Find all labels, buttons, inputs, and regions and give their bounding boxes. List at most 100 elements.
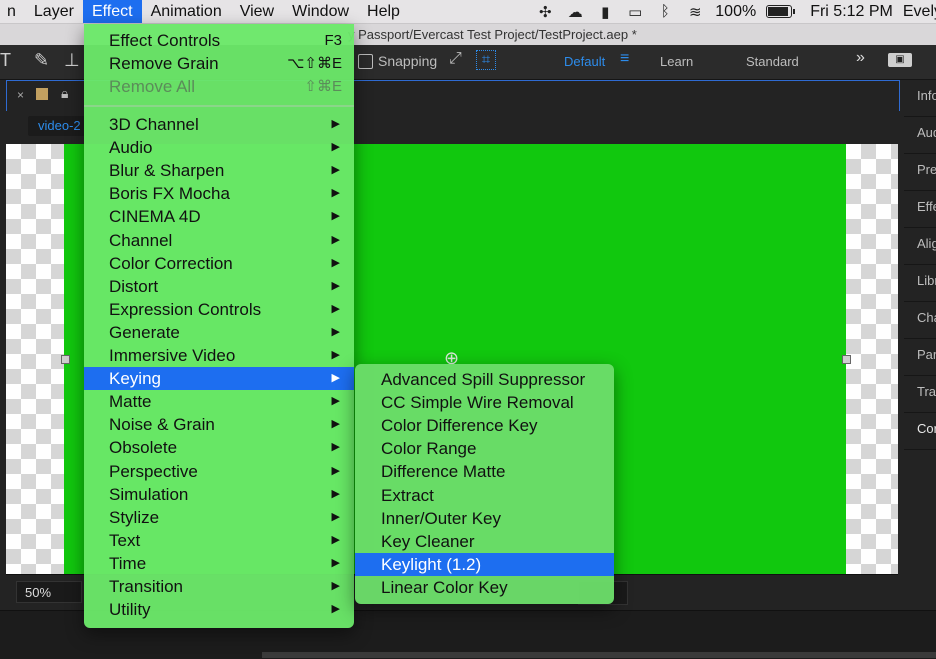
snap-edges-icon[interactable]: ⤢ [449, 50, 462, 68]
lock-icon[interactable]: 🔒︎ [61, 85, 68, 102]
menu-item-stylize[interactable]: Stylize ▶ [84, 506, 354, 529]
menu-item-transition[interactable]: Transition ▶ [84, 575, 354, 598]
panel-separator [904, 449, 936, 450]
panel-separator [904, 116, 936, 117]
panel-tab-aud[interactable]: Aud [917, 125, 936, 140]
timeline-ruler[interactable] [262, 652, 936, 658]
panel-tab-cha[interactable]: Cha [917, 310, 936, 325]
menu-item-audio[interactable]: Audio ▶ [84, 136, 354, 159]
submenu-item-difference-matte[interactable]: Difference Matte [355, 460, 614, 483]
panel-tab-cor[interactable]: Cor [917, 421, 936, 436]
battery-percent[interactable]: 100% [715, 3, 756, 21]
workspace-learn-tab[interactable]: Learn [660, 54, 693, 69]
creative-cloud-icon[interactable]: ☁ [565, 4, 585, 21]
menu-item-blur-sharpen[interactable]: Blur & Sharpen ▶ [84, 159, 354, 182]
panel-tab-par[interactable]: Par [917, 347, 936, 362]
menu-item-immersive-video[interactable]: Immersive Video ▶ [84, 344, 354, 367]
panel-separator [904, 375, 936, 376]
menu-item-label: Matte [109, 392, 152, 412]
menu-item-label: Obsolete [109, 438, 178, 458]
menu-item-boris-fx-mocha[interactable]: Boris FX Mocha ▶ [84, 182, 354, 205]
battery-icon[interactable] [766, 5, 796, 18]
menu-item-channel[interactable]: Channel ▶ [84, 229, 354, 252]
snapping-checkbox[interactable] [358, 54, 373, 69]
display-icon[interactable]: ▭ [625, 4, 645, 21]
more-workspaces-icon[interactable]: » [856, 49, 865, 67]
snap-features-icon[interactable]: ⌗ [476, 50, 496, 70]
submenu-item-color-difference-key[interactable]: Color Difference Key [355, 414, 614, 437]
menu-item-label: Simulation [109, 484, 189, 504]
wifi-icon[interactable]: ≋ [685, 4, 705, 21]
menu-item-simulation[interactable]: Simulation ▶ [84, 483, 354, 506]
menu-item-keying[interactable]: Keying ▶ [84, 367, 354, 391]
menu-item-label: Text [109, 530, 141, 550]
submenu-item-extract[interactable]: Extract [355, 484, 614, 507]
menubar-help[interactable]: Help [358, 0, 409, 23]
bookmark-icon[interactable]: ▮ [595, 4, 615, 21]
menu-item-label: Remove All [109, 77, 195, 96]
menu-item-expression-controls[interactable]: Expression Controls ▶ [84, 298, 354, 321]
menu-item-text[interactable]: Text ▶ [84, 529, 354, 552]
menu-item-obsolete[interactable]: Obsolete ▶ [84, 436, 354, 459]
submenu-item-inner-outer-key[interactable]: Inner/Outer Key [355, 507, 614, 530]
submenu-item-linear-color-key[interactable]: Linear Color Key [355, 576, 614, 599]
menu-item-color-correction[interactable]: Color Correction ▶ [84, 252, 354, 275]
menu-item-perspective[interactable]: Perspective ▶ [84, 460, 354, 483]
workspace-menu-icon[interactable]: ≡ [620, 50, 629, 68]
bluetooth-icon[interactable]: ᛒ [655, 3, 675, 20]
menu-item-matte[interactable]: Matte ▶ [84, 390, 354, 413]
user-name[interactable]: Evely [903, 3, 936, 21]
snapping-label[interactable]: Snapping [378, 53, 437, 69]
menubar-effect[interactable]: Effect [82, 0, 142, 23]
menu-item-remove-grain[interactable]: Remove Grain ⌥⇧⌘E [84, 52, 354, 75]
menu-item-3d-channel[interactable]: 3D Channel ▶ [84, 113, 354, 136]
menubar-n[interactable]: n [0, 0, 25, 23]
type-tool-icon[interactable]: T [0, 50, 11, 71]
zoom-dropdown[interactable]: 50% [16, 581, 82, 603]
menu-item-utility[interactable]: Utility ▶ [84, 598, 354, 621]
panel-tab-libr[interactable]: Libr [917, 273, 936, 288]
menu-item-label: Remove Grain [109, 54, 219, 73]
brush-tool-icon[interactable]: ✎ [34, 50, 49, 71]
menubar-view[interactable]: View [231, 0, 283, 23]
menu-item-effect-controls[interactable]: Effect Controls F3 [84, 29, 354, 52]
composition-tab[interactable]: video-2 [28, 116, 91, 136]
menu-bar-status: ✣ ☁ ▮ ▭ ᛒ ≋ 100% Fri 5:12 PM Evely [535, 0, 936, 23]
panel-tab-effe[interactable]: Effe [917, 199, 936, 214]
submenu-item-keylight-1-2[interactable]: Keylight (1.2) [355, 552, 614, 576]
clock[interactable]: Fri 5:12 PM [810, 3, 893, 21]
panel-tab-info[interactable]: Info [917, 88, 936, 103]
menu-item-label: Distort [109, 276, 159, 296]
search-help-icon[interactable]: ▣ [888, 53, 912, 67]
submenu-arrow-icon: ▶ [331, 441, 340, 454]
submenu-item-advanced-spill-suppressor[interactable]: Advanced Spill Suppressor [355, 368, 614, 391]
menubar-window[interactable]: Window [283, 0, 358, 23]
menu-item-label: Stylize [109, 507, 160, 527]
fingerprint-icon[interactable]: ✣ [535, 4, 555, 21]
menu-separator [84, 105, 354, 107]
panel-tab-alig[interactable]: Alig [917, 236, 936, 251]
panel-separator [904, 301, 936, 302]
menu-item-noise-grain[interactable]: Noise & Grain ▶ [84, 413, 354, 436]
transform-handle-right[interactable] [842, 355, 851, 364]
workspace-default-tab[interactable]: Default [564, 54, 605, 69]
menubar-animation[interactable]: Animation [142, 0, 231, 23]
submenu-item-color-range[interactable]: Color Range [355, 437, 614, 460]
submenu-arrow-icon: ▶ [331, 233, 340, 246]
menubar-layer[interactable]: Layer [25, 0, 83, 23]
workspace-standard-tab[interactable]: Standard [746, 54, 799, 69]
panel-tab-pre[interactable]: Pre [917, 162, 936, 177]
composition-color-swatch [36, 88, 48, 100]
submenu-arrow-icon: ▶ [331, 164, 340, 177]
stamp-tool-icon[interactable]: ⊥ [64, 50, 80, 71]
panel-tab-tra[interactable]: Tra [917, 384, 936, 399]
submenu-item-key-cleaner[interactable]: Key Cleaner [355, 530, 614, 553]
menu-item-generate[interactable]: Generate ▶ [84, 321, 354, 344]
submenu-item-cc-simple-wire-removal[interactable]: CC Simple Wire Removal [355, 391, 614, 414]
panel-separator [904, 264, 936, 265]
menu-item-time[interactable]: Time ▶ [84, 552, 354, 575]
close-panel-icon[interactable]: × [17, 88, 24, 102]
menu-item-distort[interactable]: Distort ▶ [84, 275, 354, 298]
transform-handle-left[interactable] [61, 355, 70, 364]
menu-item-cinema-4d[interactable]: CINEMA 4D ▶ [84, 205, 354, 228]
